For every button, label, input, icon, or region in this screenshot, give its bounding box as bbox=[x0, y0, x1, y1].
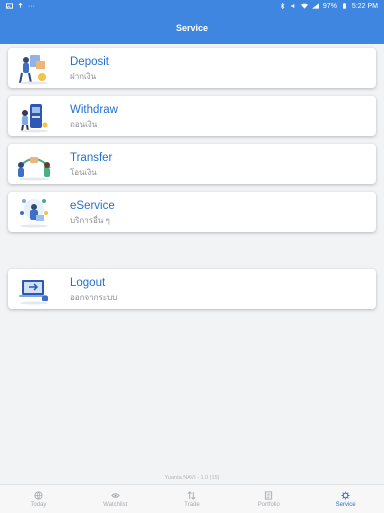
tab-watchlist-label: Watchlist bbox=[103, 501, 128, 508]
gear-icon bbox=[341, 490, 350, 500]
portfolio-icon bbox=[265, 490, 273, 500]
deposit-illustration bbox=[14, 50, 54, 86]
tab-trade[interactable]: Trade bbox=[154, 485, 231, 513]
logout-subtitle: ออกจากระบบ bbox=[70, 292, 118, 302]
tab-watchlist[interactable]: Watchlist bbox=[77, 485, 154, 513]
deposit-title: Deposit bbox=[70, 55, 109, 68]
signal-icon bbox=[311, 3, 319, 9]
page-title: Service bbox=[175, 23, 209, 33]
status-left: ··· bbox=[6, 3, 35, 10]
mute-icon bbox=[291, 3, 295, 9]
bottom-tab-bar: Today Watchlist Trade Portfolio Service bbox=[0, 484, 384, 513]
withdraw-illustration bbox=[14, 98, 54, 134]
battery-percent: 97% bbox=[322, 2, 337, 10]
logout-card[interactable]: Logout ออกจากระบบ bbox=[8, 269, 376, 309]
withdraw-title: Withdraw bbox=[70, 103, 118, 116]
status-right: 97% 5:22 PM bbox=[279, 3, 378, 10]
wifi-icon bbox=[300, 3, 308, 9]
tab-trade-label: Trade bbox=[184, 501, 200, 508]
transfer-illustration bbox=[14, 146, 54, 182]
status-bar: ··· 97% 5:22 PM bbox=[0, 0, 384, 12]
tab-today-label: Today bbox=[30, 501, 47, 508]
logout-illustration bbox=[14, 271, 54, 307]
status-dots: ··· bbox=[28, 2, 35, 10]
clock: 5:22 PM bbox=[351, 2, 378, 10]
upload-icon bbox=[18, 3, 23, 8]
transfer-card[interactable]: Transfer โอนเงิน bbox=[8, 144, 376, 184]
logout-title: Logout bbox=[70, 276, 106, 289]
tab-today[interactable]: Today bbox=[0, 485, 77, 513]
transfer-subtitle: โอนเงิน bbox=[70, 167, 97, 177]
deposit-card[interactable]: Deposit ฝากเงิน bbox=[8, 48, 376, 88]
image-icon bbox=[6, 3, 13, 9]
transfer-title: Transfer bbox=[70, 151, 113, 164]
eservice-illustration bbox=[14, 194, 54, 230]
bluetooth-icon bbox=[280, 3, 285, 9]
eservice-subtitle: บริการอื่น ๆ bbox=[70, 215, 110, 225]
app-version: Yuanta NAVI - 1.0 (15) bbox=[164, 475, 220, 481]
eye-icon bbox=[110, 492, 120, 498]
tab-portfolio[interactable]: Portfolio bbox=[230, 485, 307, 513]
eservice-card[interactable]: eService บริการอื่น ๆ bbox=[8, 192, 376, 232]
deposit-subtitle: ฝากเงิน bbox=[70, 71, 97, 81]
app-header: Service bbox=[0, 12, 384, 44]
withdraw-subtitle: ถอนเงิน bbox=[70, 119, 98, 129]
eservice-title: eService bbox=[70, 199, 115, 212]
tab-portfolio-label: Portfolio bbox=[257, 501, 280, 508]
battery-icon bbox=[342, 3, 346, 9]
tab-service-label: Service bbox=[335, 501, 356, 508]
trade-icon bbox=[188, 490, 196, 500]
withdraw-card[interactable]: Withdraw ถอนเงิน bbox=[8, 96, 376, 136]
globe-icon bbox=[34, 490, 43, 500]
tab-service[interactable]: Service bbox=[307, 485, 384, 513]
